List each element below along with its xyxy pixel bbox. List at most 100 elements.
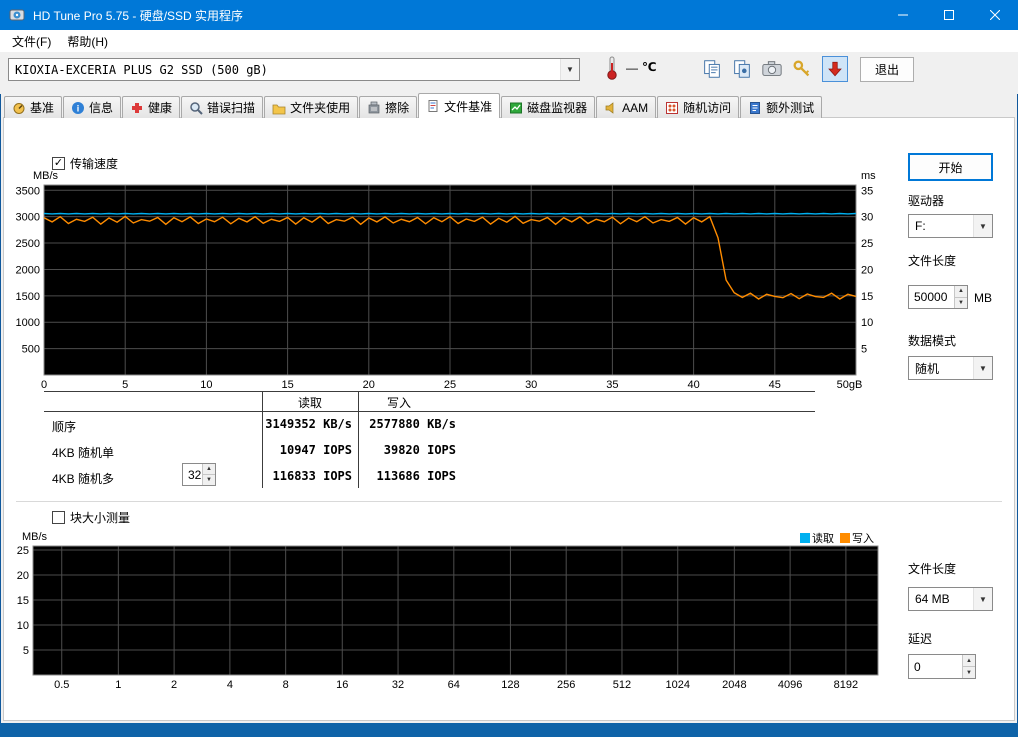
tab-label: 磁盘监视器 xyxy=(527,101,588,115)
tab-info[interactable]: i 信息 xyxy=(63,96,122,118)
maximize-icon xyxy=(944,10,954,20)
tab-aam[interactable]: AAM xyxy=(596,96,657,118)
value-sequential-write: 2577880 KB/s xyxy=(369,417,456,431)
svg-text:20: 20 xyxy=(363,379,375,391)
svg-text:5: 5 xyxy=(23,645,29,657)
tab-label: 文件夹使用 xyxy=(290,101,351,115)
tab-file-benchmark[interactable]: 文件基准 xyxy=(418,93,501,118)
file-length-unit: MB xyxy=(974,291,992,305)
tab-health[interactable]: 健康 xyxy=(122,96,181,118)
chevron-down-icon: ▼ xyxy=(973,215,992,237)
extra-tests-icon xyxy=(750,101,761,114)
value-4kb-single-write: 39820 IOPS xyxy=(383,443,456,457)
queue-depth-stepper[interactable]: 32 ▲ ▼ xyxy=(182,463,216,486)
gauge-icon xyxy=(13,102,25,114)
close-button[interactable] xyxy=(972,0,1018,30)
svg-text:3000: 3000 xyxy=(16,212,40,224)
maximize-button[interactable] xyxy=(926,0,972,30)
block-file-length-combobox[interactable]: 64 MB ▼ xyxy=(908,587,993,611)
update-download-button[interactable] xyxy=(822,56,848,82)
health-cross-icon xyxy=(132,102,143,113)
tab-label: 错误扫描 xyxy=(207,101,256,115)
svg-text:32: 32 xyxy=(392,679,404,691)
stepper-up-icon[interactable]: ▲ xyxy=(955,286,967,298)
svg-text:500: 500 xyxy=(22,344,40,356)
stepper-up-icon[interactable]: ▲ xyxy=(203,464,215,475)
keys-icon xyxy=(793,60,810,77)
thermometer-icon xyxy=(600,55,624,81)
tab-random-access[interactable]: 随机访问 xyxy=(657,96,740,118)
drive-combobox[interactable]: F: ▼ xyxy=(908,214,993,238)
tab-label: 基准 xyxy=(30,101,55,115)
start-button-label: 开始 xyxy=(938,160,963,175)
screenshot-button[interactable] xyxy=(760,57,784,81)
section-divider xyxy=(16,501,1002,502)
start-button[interactable]: 开始 xyxy=(908,153,993,181)
stepper-down-icon[interactable]: ▼ xyxy=(963,667,975,678)
app-icon xyxy=(9,9,25,21)
chevron-down-icon: ▼ xyxy=(560,59,579,80)
svg-text:15: 15 xyxy=(17,595,29,607)
data-mode-combobox[interactable]: 随机 ▼ xyxy=(908,356,993,380)
tab-erase[interactable]: 擦除 xyxy=(359,96,418,118)
tab-extra-tests[interactable]: 额外测试 xyxy=(740,96,823,118)
tab-disk-monitor[interactable]: 磁盘监视器 xyxy=(501,96,596,118)
svg-text:30: 30 xyxy=(861,212,873,224)
title-bar: HD Tune Pro 5.75 - 硬盘/SSD 实用程序 xyxy=(0,0,1018,30)
toolbar: KIOXIA-EXCERIA PLUS G2 SSD (500 gB) ▼ — … xyxy=(0,52,1018,94)
table-line-top xyxy=(44,391,815,392)
block-size-chart: MB/s 5 10 15 20 25 0.5 1 2 4 8 16 32 64 128 256 512 1024 2… xyxy=(17,531,879,691)
svg-text:256: 256 xyxy=(557,679,575,691)
temperature-value: — xyxy=(626,61,638,75)
data-mode-value: 随机 xyxy=(915,361,940,376)
svg-text:15: 15 xyxy=(861,291,873,303)
stepper-down-icon[interactable]: ▼ xyxy=(955,297,967,308)
dice-icon xyxy=(666,101,679,114)
menu-bar: 文件(F) 帮助(H) xyxy=(0,30,1018,52)
copy-results-button[interactable] xyxy=(700,57,724,81)
svg-text:5: 5 xyxy=(861,344,867,356)
svg-text:i: i xyxy=(77,103,80,113)
block-file-length-value: 64 MB xyxy=(915,592,950,606)
svg-text:10: 10 xyxy=(17,620,29,632)
drive-label: 驱动器 xyxy=(908,194,945,208)
block-size-checkbox[interactable]: ✓ 块大小测量 xyxy=(52,509,130,526)
info-icon: i xyxy=(72,101,85,114)
magnifier-icon xyxy=(190,101,203,115)
delay-stepper[interactable]: 0 ▲ ▼ xyxy=(908,654,976,679)
value-4kb-multi-write: 113686 IOPS xyxy=(376,469,456,483)
svg-text:45: 45 xyxy=(769,379,781,391)
svg-text:35: 35 xyxy=(606,379,618,391)
license-button[interactable] xyxy=(790,57,814,81)
col-header-write: 写入 xyxy=(386,396,411,410)
tab-benchmark[interactable]: 基准 xyxy=(4,96,63,118)
file-benchmark-icon xyxy=(428,100,438,112)
delay-label: 延迟 xyxy=(908,632,933,646)
svg-text:16: 16 xyxy=(336,679,348,691)
svg-text:30: 30 xyxy=(525,379,537,391)
minimize-button[interactable] xyxy=(880,0,926,30)
svg-text:0: 0 xyxy=(41,379,47,391)
svg-text:2048: 2048 xyxy=(722,679,746,691)
menu-file[interactable]: 文件(F) xyxy=(4,30,59,53)
drive-select[interactable]: KIOXIA-EXCERIA PLUS G2 SSD (500 gB) ▼ xyxy=(8,58,580,81)
legend-item-write: 写入 xyxy=(840,530,874,546)
chart-legend: 读取 写入 xyxy=(800,530,874,546)
table-line-header xyxy=(44,411,815,412)
tab-error-scan[interactable]: 错误扫描 xyxy=(181,96,264,118)
copy-image-button[interactable] xyxy=(730,57,754,81)
tab-folder-usage[interactable]: 文件夹使用 xyxy=(264,96,359,118)
stepper-up-icon[interactable]: ▲ xyxy=(963,655,975,667)
svg-text:3500: 3500 xyxy=(16,185,40,197)
svg-text:8: 8 xyxy=(283,679,289,691)
file-length-label: 文件长度 xyxy=(908,254,957,268)
menu-help[interactable]: 帮助(H) xyxy=(59,30,116,53)
file-length-stepper[interactable]: 50000 ▲ ▼ xyxy=(908,285,968,309)
tab-label: 随机访问 xyxy=(683,101,732,115)
speaker-icon xyxy=(605,101,614,114)
stepper-down-icon[interactable]: ▼ xyxy=(203,475,215,485)
exit-button[interactable]: 退出 xyxy=(860,57,914,82)
row-label-4kb-multi: 4KB 随机多 xyxy=(52,472,115,486)
row-label-sequential: 顺序 xyxy=(52,420,77,434)
svg-text:20: 20 xyxy=(861,264,873,276)
